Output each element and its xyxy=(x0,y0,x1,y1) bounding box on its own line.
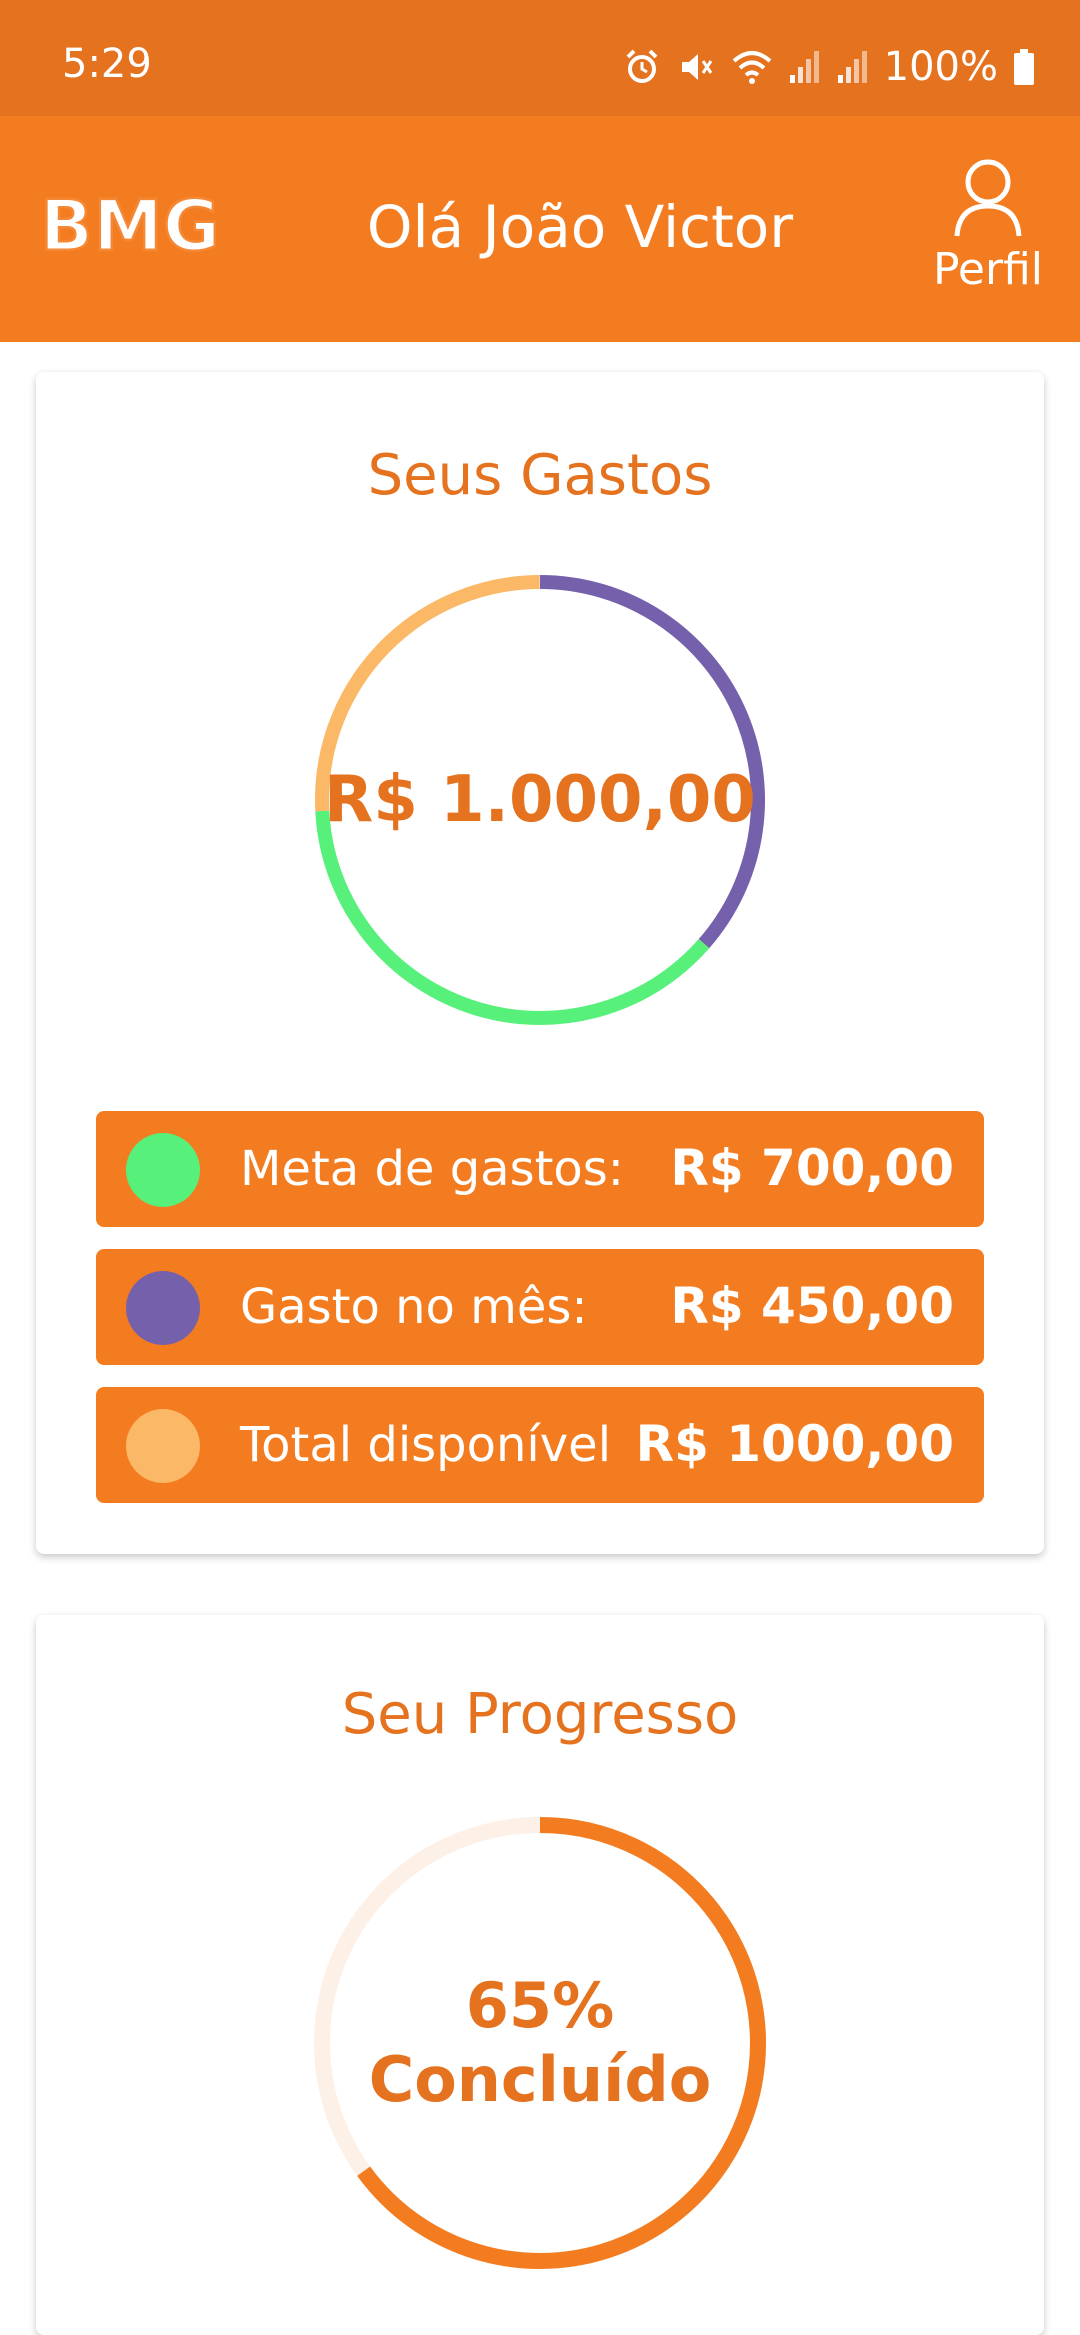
legend-item-meta: Meta de gastos: R$ 700,00 xyxy=(96,1111,984,1227)
progress-ring: 65% Concluído xyxy=(310,1813,770,2273)
bmg-logo[interactable]: BMG BMG xyxy=(30,184,230,269)
signal-icon xyxy=(788,47,822,87)
legend-label: Meta de gastos: xyxy=(240,1141,624,1197)
status-icons: 100% xyxy=(622,44,1036,90)
progress-card-title: Seu Progresso xyxy=(341,1682,739,1747)
spending-card: Seus Gastos R$ 1.000,00 Meta de gastos: … xyxy=(36,372,1044,1554)
user-icon xyxy=(951,156,1025,240)
greeting-title: Olá João Victor xyxy=(366,193,794,261)
status-bar: 5:29 100% xyxy=(0,0,1080,116)
legend-dot-green xyxy=(126,1133,200,1207)
profile-label: Perfil xyxy=(932,244,1044,295)
legend-value: R$ 1000,00 xyxy=(635,1415,954,1473)
profile-button[interactable]: Perfil xyxy=(924,156,1052,292)
legend-dot-light-orange xyxy=(126,1409,200,1483)
status-time: 5:29 xyxy=(62,41,152,87)
progress-status: Concluído xyxy=(368,2043,712,2116)
spending-donut-chart: R$ 1.000,00 xyxy=(310,570,770,1030)
legend-item-total: Total disponível R$ 1000,00 xyxy=(96,1387,984,1503)
spending-card-title: Seus Gastos xyxy=(367,443,713,508)
legend-value: R$ 450,00 xyxy=(670,1277,954,1335)
svg-text:BMG: BMG xyxy=(40,188,220,264)
progress-card: Seu Progresso 65% Concluído xyxy=(36,1615,1044,2335)
alarm-icon xyxy=(622,47,662,87)
legend-label: Total disponível xyxy=(240,1417,612,1473)
battery-icon xyxy=(1012,47,1036,87)
legend-dot-purple xyxy=(126,1271,200,1345)
legend-item-gasto: Gasto no mês: R$ 450,00 xyxy=(96,1249,984,1365)
legend-label: Gasto no mês: xyxy=(240,1279,588,1335)
battery-percent: 100% xyxy=(883,44,998,90)
app-header: BMG BMG Olá João Victor Perfil xyxy=(0,116,1080,342)
spending-total-value: R$ 1.000,00 xyxy=(324,763,756,837)
wifi-icon xyxy=(730,47,774,87)
progress-percent: 65% xyxy=(465,1968,615,2042)
signal-icon xyxy=(836,47,870,87)
legend-value: R$ 700,00 xyxy=(670,1139,954,1197)
mute-icon xyxy=(676,47,716,87)
